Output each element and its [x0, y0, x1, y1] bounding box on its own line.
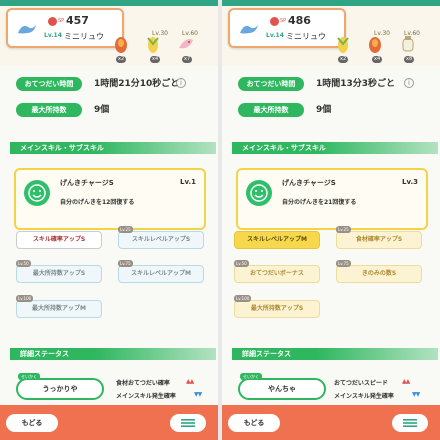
max-carry-label: 最大所持数: [238, 103, 304, 117]
pokemon-name: ミニリュウ: [64, 32, 104, 41]
pokemon-summary-card[interactable]: SP 486 Lv.14 ミニリュウ: [228, 8, 346, 48]
back-button[interactable]: もどる: [6, 414, 58, 432]
help-time-row: おてつだい時間 1時間21分10秒ごと i: [0, 74, 218, 96]
subskill-4[interactable]: スキルレベルアップM: [118, 265, 204, 283]
sp-label: SP: [280, 18, 287, 24]
nature-tag: せいかく: [18, 373, 40, 380]
food-icon: [402, 36, 414, 52]
food-count: x4: [372, 56, 383, 63]
skill-section-header: メインスキル・サブスキル: [10, 142, 216, 154]
food-icon: [147, 37, 159, 53]
pokemon-detail-panel-right: SP 486 Lv.14 ミニリュウ x2 Lv.30 x4 Lv.60 x8 …: [222, 0, 440, 440]
main-skill-name: げんきチャージS: [282, 179, 336, 187]
subskill-2[interactable]: スキルレベルアップS: [118, 231, 204, 249]
dragon-icon: [240, 25, 258, 34]
menu-button[interactable]: [392, 414, 428, 432]
food-icon: [179, 39, 193, 49]
subskill-unlock-level: Lv.75: [336, 260, 351, 267]
subskill-unlock-level: Lv.100: [234, 295, 252, 302]
main-skill-description: 自分のげんきを21回復する: [282, 199, 357, 206]
menu-icon: [403, 419, 417, 427]
stat-up-label: 食材おてつだい確率: [116, 380, 170, 387]
section-title: メインスキル・サブスキル: [242, 144, 326, 152]
help-time-value: 1時間21分10秒ごと: [94, 79, 180, 89]
info-icon[interactable]: i: [176, 78, 186, 88]
subskill-unlock-level: Lv.25: [118, 226, 133, 233]
food-count: x2: [338, 56, 349, 63]
food-icon: [337, 37, 349, 53]
menu-button[interactable]: [170, 414, 206, 432]
section-title: メインスキル・サブスキル: [20, 144, 104, 152]
food-count: x2: [116, 56, 127, 63]
smile-icon: [24, 180, 50, 206]
max-carry-row: 最大所持数 9個: [0, 100, 218, 122]
food-count: x4: [150, 56, 161, 63]
subskill-unlock-level: Lv.25: [336, 226, 351, 233]
sp-badge-icon: [48, 17, 57, 26]
subskill-unlock-level: Lv.100: [16, 295, 34, 302]
stat-down-label: メインスキル発生確率: [116, 393, 176, 400]
pokemon-level: Lv.14: [266, 32, 284, 39]
subskill-3[interactable]: 最大所持数アップS: [16, 265, 102, 283]
main-skill-description: 自分のげんきを12回復する: [60, 199, 135, 206]
max-carry-value: 9個: [94, 105, 110, 115]
smile-icon: [246, 180, 272, 206]
stat-up-arrows: ▲▲: [402, 378, 410, 385]
nature-pill[interactable]: うっかりや: [16, 378, 104, 400]
subskill-3[interactable]: おてつだいボーナス: [234, 265, 320, 283]
skill-section-header: メインスキル・サブスキル: [232, 142, 438, 154]
sp-value: 486: [288, 14, 311, 27]
main-skill-name: げんきチャージS: [60, 179, 114, 187]
subskill-unlock-level: Lv.50: [16, 260, 31, 267]
sp-label: SP: [58, 18, 65, 24]
max-carry-label: 最大所持数: [16, 103, 82, 117]
stat-down-arrows: ▼▼: [412, 391, 420, 398]
main-skill-card[interactable]: げんきチャージS Lv.1 自分のげんきを12回復する: [14, 168, 206, 230]
help-time-row: おてつだい時間 1時間13分3秒ごと i: [222, 74, 440, 96]
subskill-1[interactable]: スキル確率アップS: [16, 231, 102, 249]
nature-pill[interactable]: やんちゃ: [238, 378, 326, 400]
pokemon-level: Lv.14: [44, 32, 62, 39]
help-time-value: 1時間13分3秒ごと: [316, 79, 396, 89]
help-time-label: おてつだい時間: [16, 77, 82, 91]
dragon-icon: [18, 25, 36, 34]
section-title: 詳細ステータス: [242, 350, 291, 358]
stat-up-arrows: ▲▲: [186, 378, 194, 385]
food-count: x8: [404, 56, 415, 63]
main-skill-level: Lv.1: [180, 178, 196, 186]
food-icon: [115, 37, 127, 53]
help-time-label: おてつだい時間: [238, 77, 304, 91]
subskill-5[interactable]: 最大所持数アップM: [16, 300, 102, 318]
pokemon-detail-panel-left: SP 457 Lv.14 ミニリュウ x2 Lv.30 x4 Lv.60 x7 …: [0, 0, 218, 440]
subskill-unlock-level: Lv.75: [118, 260, 133, 267]
subskill-4[interactable]: きのみの数S: [336, 265, 422, 283]
main-skill-card[interactable]: げんきチャージS Lv.3 自分のげんきを21回復する: [236, 168, 428, 230]
info-icon[interactable]: i: [404, 78, 414, 88]
max-carry-value: 9個: [316, 105, 332, 115]
menu-icon: [181, 419, 195, 427]
food-count: x7: [182, 56, 193, 63]
main-skill-level: Lv.3: [402, 178, 418, 186]
stat-up-label: おてつだいスピード: [334, 380, 388, 387]
max-carry-row: 最大所持数 9個: [222, 100, 440, 122]
status-section-header: 詳細ステータス: [232, 348, 438, 360]
bottom-bar: もどる: [0, 405, 218, 440]
subskill-2[interactable]: 食材確率アップS: [336, 231, 422, 249]
stat-down-arrows: ▼▼: [194, 391, 202, 398]
section-title: 詳細ステータス: [20, 350, 69, 358]
pokemon-name: ミニリュウ: [286, 32, 326, 41]
bottom-bar: もどる: [222, 405, 440, 440]
subskill-1[interactable]: スキルレベルアップM: [234, 231, 320, 249]
sp-value: 457: [66, 14, 89, 27]
subskill-5[interactable]: 最大所持数アップS: [234, 300, 320, 318]
back-button[interactable]: もどる: [228, 414, 280, 432]
subskill-unlock-level: Lv.50: [234, 260, 249, 267]
food-icon: [369, 37, 381, 53]
nature-tag: せいかく: [240, 373, 262, 380]
sp-badge-icon: [270, 17, 279, 26]
status-section-header: 詳細ステータス: [10, 348, 216, 360]
stat-down-label: メインスキル発生確率: [334, 393, 394, 400]
pokemon-summary-card[interactable]: SP 457 Lv.14 ミニリュウ: [6, 8, 124, 48]
